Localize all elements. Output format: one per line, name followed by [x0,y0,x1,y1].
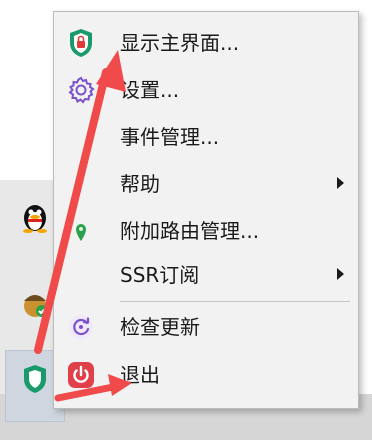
shield-icon[interactable] [18,362,52,396]
menu-item-settings[interactable]: 设置... [54,67,358,113]
menu-item-event-manager[interactable]: 事件管理... [54,114,358,160]
submenu-arrow-icon [337,177,344,189]
submenu-arrow-icon [337,268,344,280]
menu-item-label: 检查更新 [120,315,200,339]
menu-item-exit[interactable]: 退出 [54,352,358,398]
menu-item-label: 帮助 [120,172,160,196]
menu-item-label: 退出 [120,363,160,387]
acorn-icon[interactable] [18,286,52,320]
shield-lock-icon [66,28,96,58]
menu-item-label: 附加路由管理... [120,219,260,243]
menu-item-label: SSR订阅 [120,263,200,287]
refresh-icon [66,312,96,342]
menu-item-ssr-subscription[interactable]: SSR订阅 [54,252,358,298]
qq-penguin-icon[interactable] [18,200,52,234]
tray-context-menu: 显示主界面... 设置... 事件管理... 帮助 附加路由管理... SSR订… [53,11,359,409]
menu-item-help[interactable]: 帮助 [54,161,358,207]
menu-item-check-update[interactable]: 检查更新 [54,304,358,350]
gear-icon [66,75,96,105]
menu-separator [120,301,350,302]
power-icon [66,360,96,390]
menu-item-label: 显示主界面... [120,31,240,55]
menu-item-label: 设置... [120,78,180,102]
pin-icon [66,216,96,246]
menu-item-show-main[interactable]: 显示主界面... [54,20,358,66]
menu-item-label: 事件管理... [120,125,220,149]
menu-item-route-manager[interactable]: 附加路由管理... [54,208,358,254]
